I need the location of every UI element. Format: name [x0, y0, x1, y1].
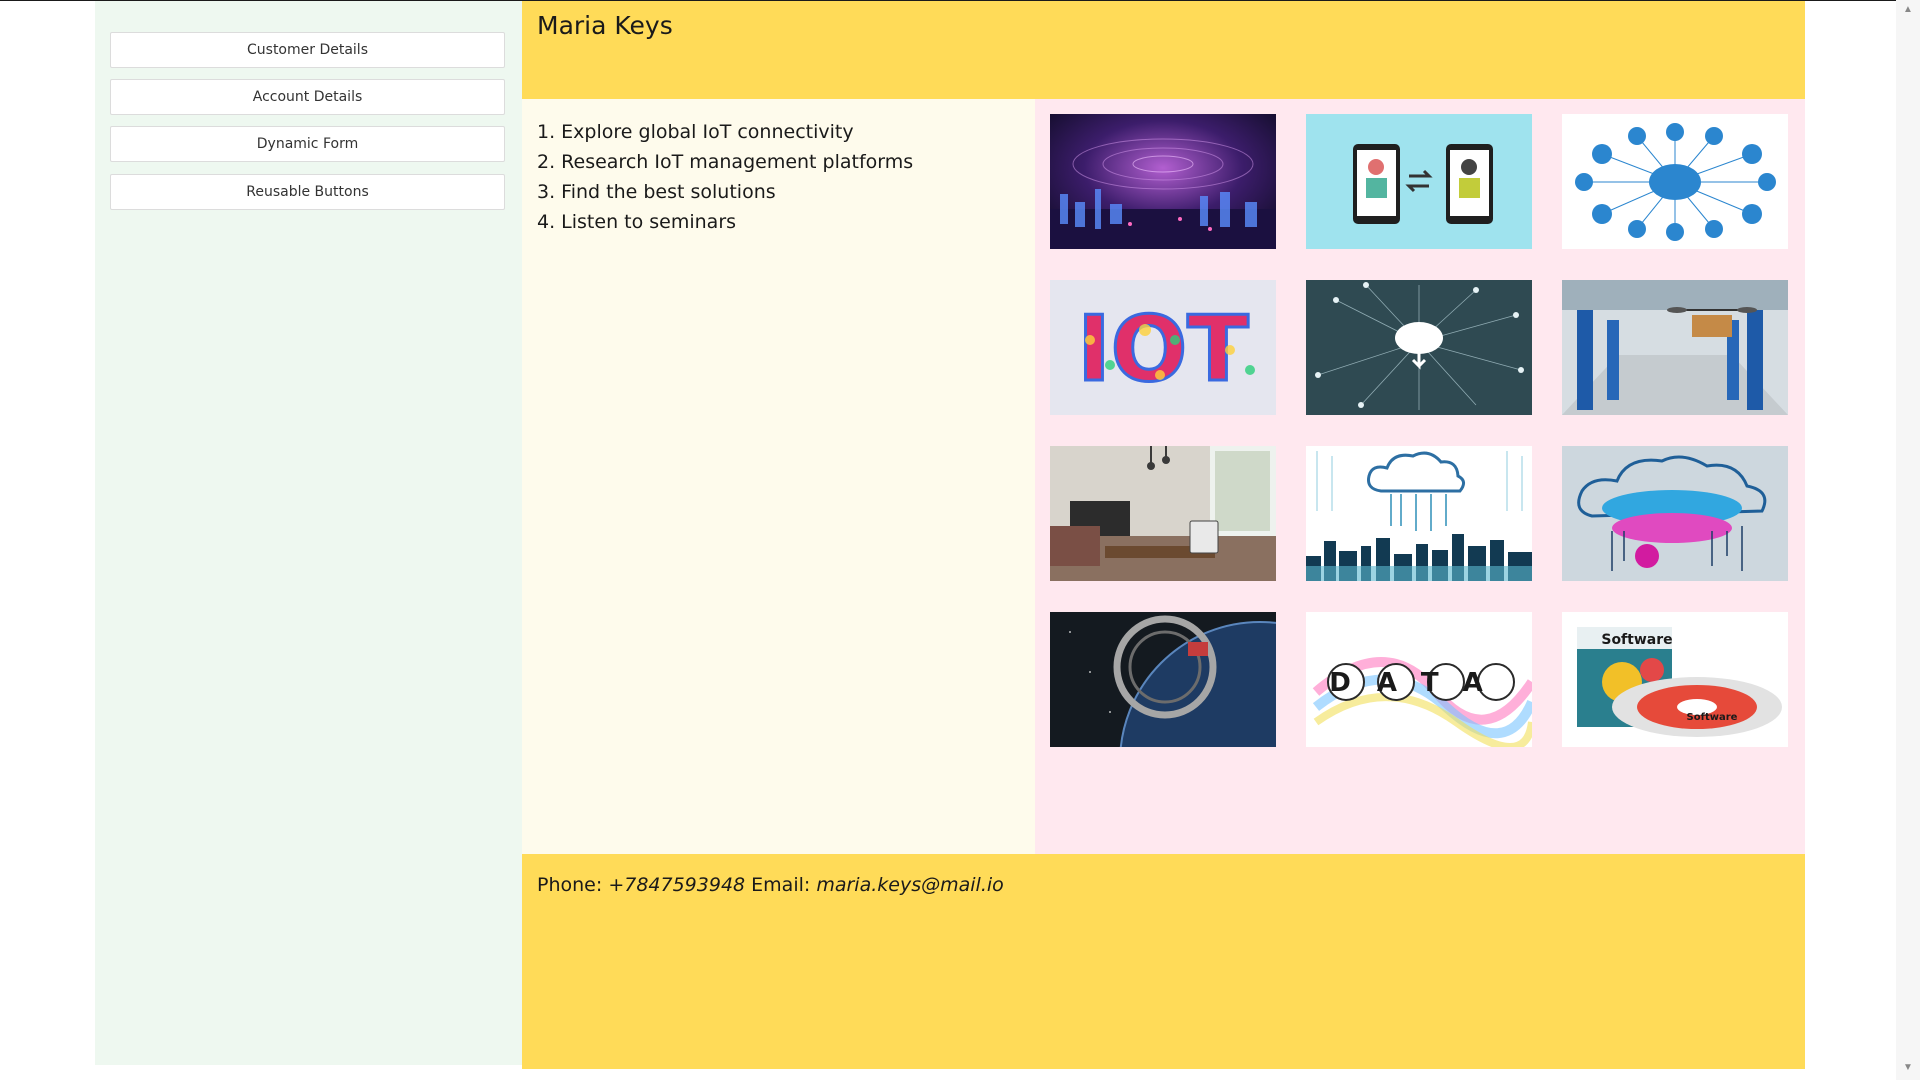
contact-info: Phone: +7847593948 Email: maria.keys@mai… [537, 874, 1004, 896]
phone-label: Phone: [537, 874, 603, 896]
cloud-network-image[interactable] [1306, 280, 1532, 415]
data-text: DATA [1329, 668, 1509, 698]
image-gallery: IOT DATA Software Software [1035, 99, 1805, 854]
cloud-devices-image[interactable] [1562, 114, 1788, 249]
software-box-image[interactable]: Software Software [1562, 612, 1788, 747]
phone-number: +7847593948 [608, 874, 746, 896]
email-label: Email: [751, 874, 811, 896]
reusable-buttons-button[interactable]: Reusable Buttons [110, 174, 505, 210]
iot-text: IOT [1077, 297, 1248, 402]
software-box-text: Software [1601, 632, 1672, 648]
phone-transfer-image[interactable] [1306, 114, 1532, 249]
cloud-city-image[interactable] [1306, 446, 1532, 581]
goals-list: 1. Explore global IoT connectivity 2. Re… [537, 117, 913, 237]
data-colorful-image[interactable]: DATA [1306, 612, 1532, 747]
footer: Phone: +7847593948 Email: maria.keys@mai… [522, 854, 1805, 1069]
list-item: 2. Research IoT management platforms [537, 151, 914, 173]
header: Maria Keys [522, 1, 1805, 99]
page-title: Maria Keys [537, 11, 673, 40]
space-station-image[interactable] [1050, 612, 1276, 747]
customer-details-button[interactable]: Customer Details [110, 32, 505, 68]
scroll-up-arrow-icon[interactable]: ▲ [1903, 4, 1913, 15]
account-details-button[interactable]: Account Details [110, 79, 505, 115]
smart-living-room-image[interactable] [1050, 446, 1276, 581]
scroll-down-arrow-icon[interactable]: ▼ [1903, 1062, 1913, 1073]
list-item: 3. Find the best solutions [537, 181, 776, 203]
city-network-image[interactable] [1050, 114, 1276, 249]
dynamic-form-button[interactable]: Dynamic Form [110, 126, 505, 162]
sidebar: Customer Details Account Details Dynamic… [95, 1, 522, 1065]
vertical-scrollbar[interactable]: ▲ ▼ [1896, 0, 1920, 1080]
iot-letters-image[interactable]: IOT [1050, 280, 1276, 415]
drone-garage-image[interactable] [1562, 280, 1788, 415]
list-item: 4. Listen to seminars [537, 211, 737, 233]
goals-panel: 1. Explore global IoT connectivity 2. Re… [522, 99, 1035, 854]
list-item: 1. Explore global IoT connectivity [537, 121, 854, 143]
cloud-data-image[interactable] [1562, 446, 1788, 581]
email-address: maria.keys@mail.io [816, 874, 1004, 896]
software-disc-text: Software [1687, 712, 1738, 723]
